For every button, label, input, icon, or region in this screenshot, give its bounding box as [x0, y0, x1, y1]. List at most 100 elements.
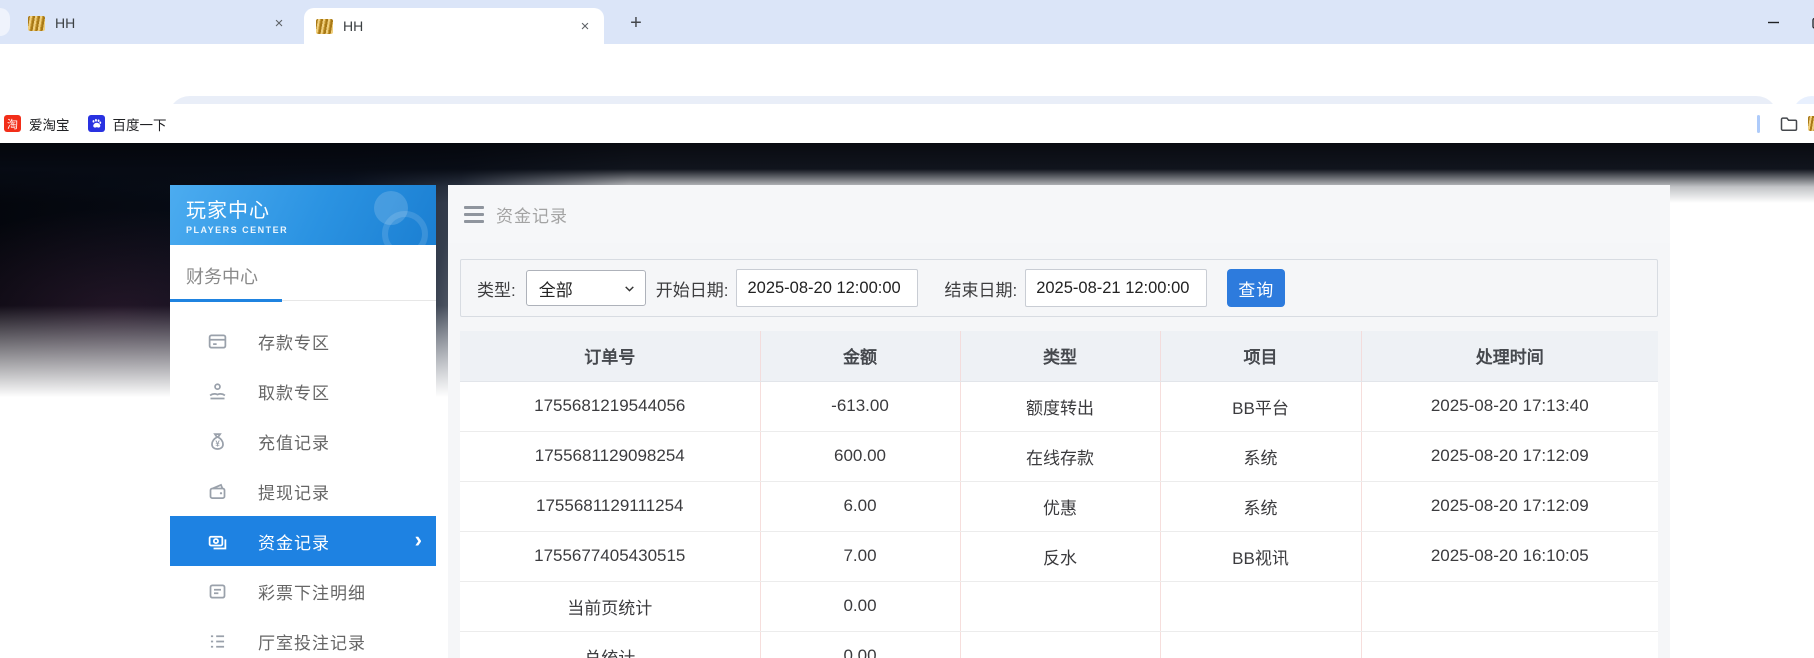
table-cell: 0.00: [760, 631, 960, 658]
table-cell: 2025-08-20 17:13:40: [1361, 381, 1658, 431]
restore-button[interactable]: [1796, 0, 1814, 44]
bookmark-label: 百度一下: [113, 114, 167, 134]
table-row: 1755681219544056-613.00额度转出BB平台2025-08-2…: [460, 381, 1658, 431]
fund-records-panel: 资金记录 类型: 全部 开始日期: 结束日期: 查询 订单号金额类型项目处理时间…: [448, 185, 1670, 658]
table-cell: BB平台: [1160, 381, 1361, 431]
browser-toolbar: mgm1065.com/hhcp/usercenter.html?iniType…: [0, 44, 1814, 104]
tab-strip: HH × HH × +: [0, 0, 1814, 44]
table-cell: 6.00: [760, 481, 960, 531]
sidebar-item-资金记录[interactable]: 资金记录 ›: [170, 516, 436, 566]
table-cell: 0.00: [760, 581, 960, 631]
sidebar-item-label: 存款专区: [258, 329, 330, 354]
lottery-list-icon: [206, 580, 228, 602]
sidebar-section-title: 财务中心: [170, 245, 436, 299]
table-cell: 1755681129111254: [460, 481, 760, 531]
sidebar-item-提现记录[interactable]: 提现记录 ›: [170, 466, 436, 516]
sidebar-item-取款专区[interactable]: 取款专区 ›: [170, 366, 436, 416]
end-date-label: 结束日期:: [944, 276, 1017, 301]
sidebar-header: 玩家中心 PLAYERS CENTER: [170, 185, 436, 245]
bookmark-label: 爱淘宝: [29, 114, 70, 134]
table-cell: [1160, 581, 1361, 631]
table-row: 总统计0.00: [460, 631, 1658, 658]
sidebar-item-彩票下注明细[interactable]: 彩票下注明细 ›: [170, 566, 436, 616]
sidebar-item-充值记录[interactable]: ¥ 充值记录 ›: [170, 416, 436, 466]
column-header: 类型: [960, 331, 1160, 381]
table-cell: 7.00: [760, 531, 960, 581]
table-row: 17556774054305157.00反水BB视讯2025-08-20 16:…: [460, 531, 1658, 581]
table-cell: 系统: [1160, 431, 1361, 481]
start-date-label: 开始日期:: [656, 276, 729, 301]
bookmark-aitaobao[interactable]: 淘 爱淘宝: [2, 110, 78, 138]
tab-title: HH: [55, 15, 270, 31]
minimize-button[interactable]: [1750, 0, 1796, 44]
panel-header: 资金记录: [448, 185, 1670, 243]
table-cell: 当前页统计: [460, 581, 760, 631]
sidebar-item-label: 取款专区: [258, 379, 330, 404]
site-favicon: [316, 19, 333, 34]
table-cell: 在线存款: [960, 431, 1160, 481]
chevron-down-icon: [623, 282, 636, 295]
sidebar-item-label: 提现记录: [258, 479, 330, 504]
table-cell: -613.00: [760, 381, 960, 431]
fund-records-table: 订单号金额类型项目处理时间 1755681219544056-613.00额度转…: [460, 331, 1658, 658]
table-cell: 1755681219544056: [460, 381, 760, 431]
bookmarks-bar: 淘 爱淘宝 百度一下: [0, 104, 1814, 143]
moneybag-icon: ¥: [206, 430, 228, 452]
new-tab-button[interactable]: +: [622, 9, 650, 37]
hamburger-icon[interactable]: [464, 206, 484, 223]
table-row: 17556811291112546.00优惠系统2025-08-20 17:12…: [460, 481, 1658, 531]
baidu-paw-icon: [88, 115, 105, 132]
end-date-input[interactable]: [1025, 269, 1207, 307]
type-select[interactable]: 全部: [526, 270, 646, 306]
table-row: 当前页统计0.00: [460, 581, 1658, 631]
sidebar-item-label: 资金记录: [258, 529, 330, 554]
table-cell: [1160, 631, 1361, 658]
table-cell: 2025-08-20 17:12:09: [1361, 481, 1658, 531]
table-header-row: 订单号金额类型项目处理时间: [460, 331, 1658, 381]
tab-2-active[interactable]: HH ×: [304, 8, 604, 44]
search-button[interactable]: 查询: [1227, 269, 1285, 307]
type-select-value: 全部: [539, 276, 573, 301]
table-cell: 额度转出: [960, 381, 1160, 431]
table-cell: 反水: [960, 531, 1160, 581]
fund-record-icon: [206, 530, 228, 552]
tab-close-icon[interactable]: ×: [576, 17, 594, 35]
sidebar-item-厅室投注记录[interactable]: 厅室投注记录 ›: [170, 616, 436, 658]
table-cell: 系统: [1160, 481, 1361, 531]
chevron-right-icon: ›: [415, 527, 422, 553]
column-header: 项目: [1160, 331, 1361, 381]
table-body: 1755681219544056-613.00额度转出BB平台2025-08-2…: [460, 381, 1658, 658]
table-row: 1755681129098254600.00在线存款系统2025-08-20 1…: [460, 431, 1658, 481]
table-cell: BB视讯: [1160, 531, 1361, 581]
column-header: 处理时间: [1361, 331, 1658, 381]
site-favicon: [28, 16, 45, 31]
filter-bar: 类型: 全部 开始日期: 结束日期: 查询: [460, 259, 1658, 317]
bookmarks-folder-icon[interactable]: [1778, 114, 1800, 134]
table-cell: 2025-08-20 16:10:05: [1361, 531, 1658, 581]
withdraw-hand-icon: [206, 380, 228, 402]
web-page: 玩家中心 PLAYERS CENTER 财务中心 存款专区 › 取款专区 › ¥…: [0, 143, 1814, 658]
tab-title: HH: [343, 18, 576, 34]
sidebar-item-存款专区[interactable]: 存款专区 ›: [170, 316, 436, 366]
bookmark-baidu[interactable]: 百度一下: [80, 110, 175, 138]
clipped-favicon: [1808, 116, 1814, 131]
window-controls: [1750, 0, 1814, 44]
wallet-icon: [206, 480, 228, 502]
taobao-icon: 淘: [4, 115, 21, 132]
sidebar-divider: [170, 299, 436, 302]
sidebar-menu: 存款专区 › 取款专区 › ¥ 充值记录 › 提现记录 › 资金记录 › 彩票下…: [170, 316, 436, 658]
deposit-card-icon: [206, 330, 228, 352]
svg-text:¥: ¥: [215, 439, 220, 448]
tab-1[interactable]: HH ×: [16, 6, 298, 40]
start-date-input[interactable]: [736, 269, 918, 307]
table-cell: 总统计: [460, 631, 760, 658]
sidebar-item-label: 厅室投注记录: [258, 629, 366, 654]
tab-close-icon[interactable]: ×: [270, 14, 288, 32]
table-cell: 600.00: [760, 431, 960, 481]
table-cell: [960, 631, 1160, 658]
table-cell: 1755677405430515: [460, 531, 760, 581]
column-header: 金额: [760, 331, 960, 381]
table-cell: [1361, 631, 1658, 658]
column-header: 订单号: [460, 331, 760, 381]
table-cell: [960, 581, 1160, 631]
